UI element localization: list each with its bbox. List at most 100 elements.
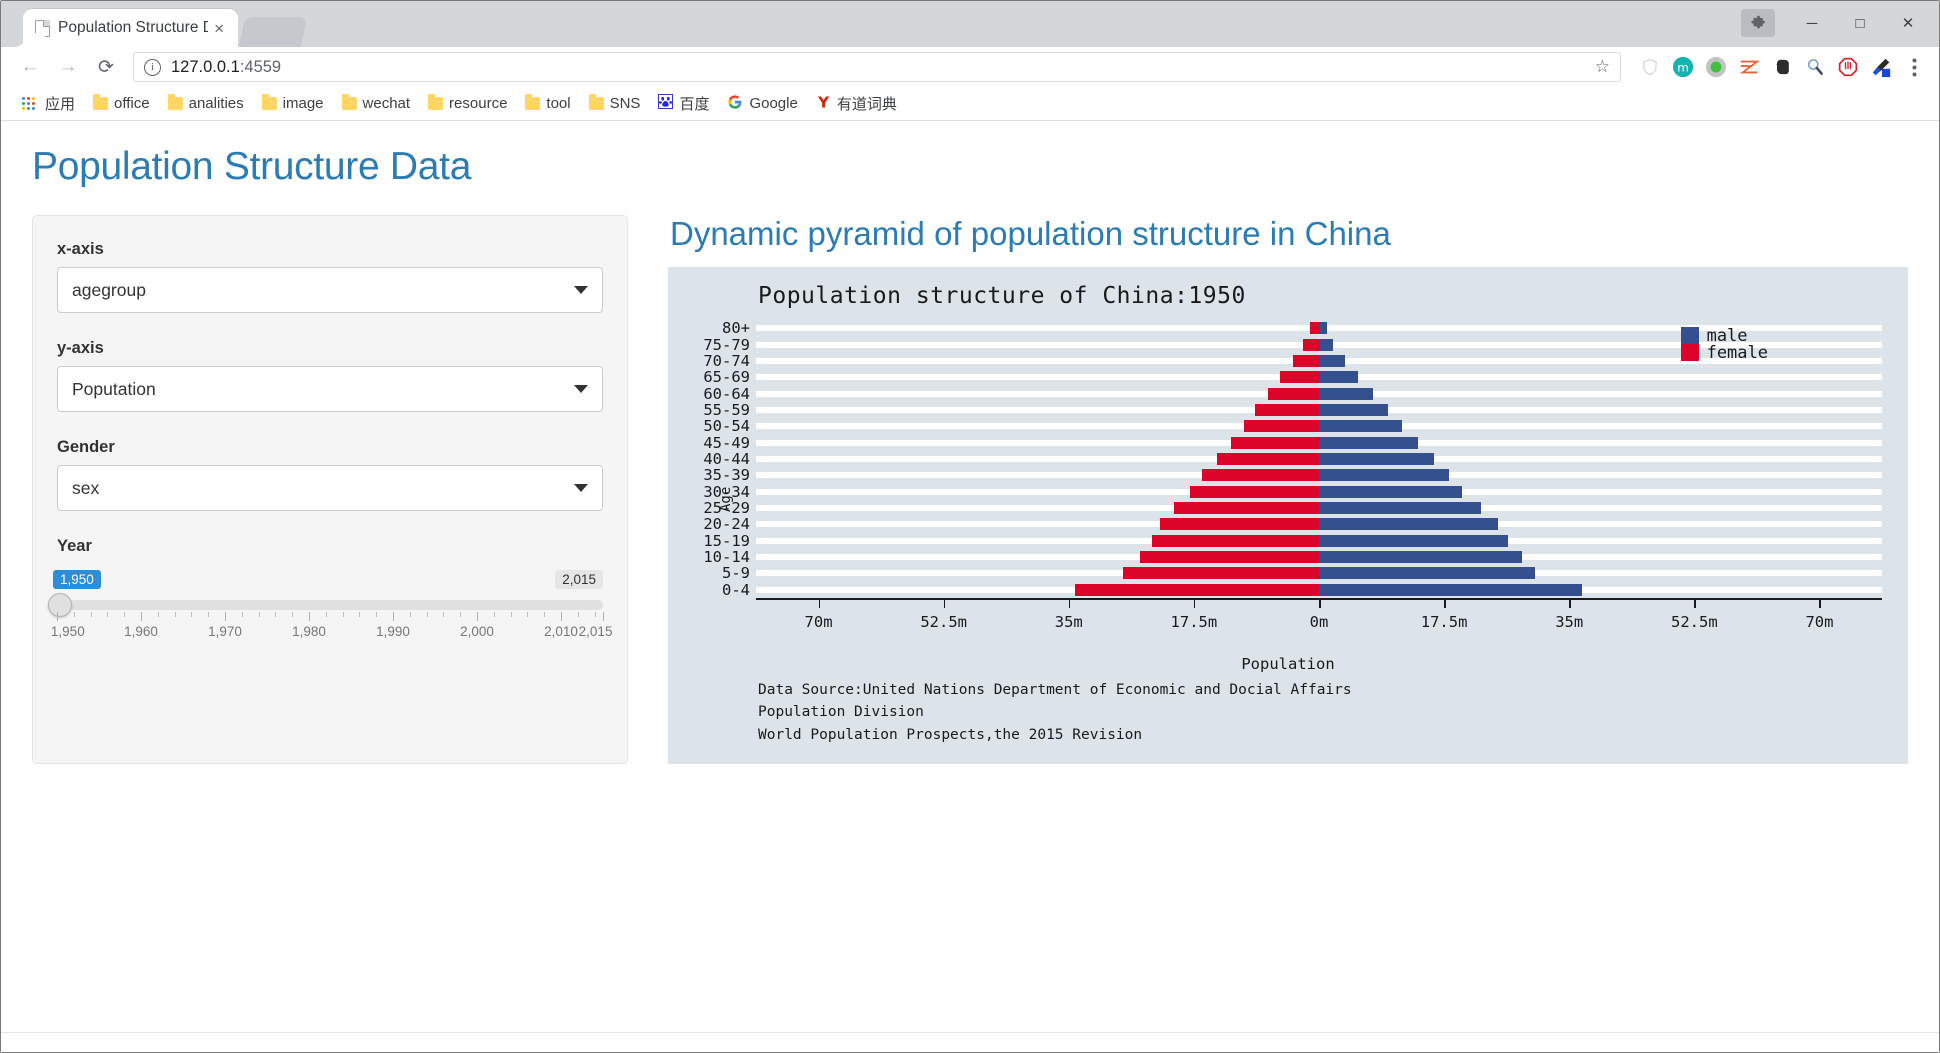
url-host: 127.0.0.1 <box>171 57 240 76</box>
svg-text:Y: Y <box>817 94 830 110</box>
bookmark-label: office <box>114 95 150 112</box>
bar-female <box>1280 371 1319 384</box>
x-tick-label: 35m <box>1054 613 1083 631</box>
shield-icon[interactable] <box>1637 54 1663 80</box>
bookmark-label: SNS <box>609 95 641 112</box>
browser-tab[interactable]: Population Structure D × <box>23 9 238 47</box>
puzzle-icon[interactable] <box>1741 9 1775 37</box>
x-axis-ticks: 70m 52.5m 35m 17.5m 0m 17.5m 35m 52.5m 70m <box>756 600 1882 640</box>
chevron-down-icon <box>574 286 588 294</box>
close-icon[interactable]: × <box>208 20 230 37</box>
source-line: Data Source:United Nations Department of… <box>758 682 1352 698</box>
x-axis-title: Population <box>1241 655 1335 673</box>
x-tick-label: 70m <box>804 613 833 631</box>
bar-female <box>1123 567 1319 580</box>
bar-male <box>1319 567 1535 580</box>
bookmark-office[interactable]: office <box>86 92 157 115</box>
bookmark-label: analities <box>188 95 244 112</box>
bar-male <box>1319 453 1435 465</box>
bar-female <box>1202 469 1319 482</box>
x-tick-label: 52.5m <box>920 613 967 631</box>
legend-swatch-male <box>1680 327 1699 344</box>
gender-select[interactable]: sex <box>57 465 603 511</box>
bar-female <box>1173 502 1319 515</box>
google-icon <box>727 94 743 114</box>
bookmark-analities[interactable]: analities <box>161 92 251 115</box>
site-info-icon[interactable]: i <box>144 58 161 76</box>
tab-title: Population Structure D <box>58 19 209 36</box>
minimize-button[interactable]: ─ <box>1789 7 1835 39</box>
bar-male <box>1319 387 1374 400</box>
bookmark-image[interactable]: image <box>255 92 331 115</box>
bookmark-apps[interactable]: 应用 <box>15 90 82 117</box>
maximize-button[interactable]: □ <box>1837 7 1883 39</box>
y-tick-label: 5-9 <box>722 564 750 583</box>
y-tick-label: 30-34 <box>703 482 750 501</box>
page-layout: x-axis agegroup y-axis Poputation Gender <box>2 189 1938 764</box>
window-close-button[interactable]: ✕ <box>1885 7 1931 39</box>
xaxis-control: x-axis agegroup <box>57 240 603 313</box>
bar-female <box>1189 485 1319 498</box>
year-slider-labels: 1,950 1,960 1,970 1,980 1,990 2,000 2,010 2,015 <box>51 624 613 644</box>
x-tick-mark <box>943 600 946 608</box>
bookmark-star-icon[interactable]: ☆ <box>1585 57 1610 77</box>
reload-icon[interactable]: ⟳ <box>89 50 123 84</box>
youdao-icon: Y <box>816 93 831 114</box>
bookmark-label: wechat <box>362 95 411 112</box>
green-dot-icon[interactable] <box>1703 54 1729 80</box>
bar-male <box>1319 420 1402 433</box>
eyedropper-icon[interactable] <box>1868 54 1894 80</box>
bookmarks-bar: 应用 office analities image wechat resourc… <box>1 87 1939 121</box>
bar-male <box>1319 502 1481 515</box>
year-slider[interactable]: 1,950 2,015 1,950 1,960 1,970 1,980 1,990 2,0… <box>48 564 613 644</box>
new-tab-button[interactable] <box>238 17 308 47</box>
bookmark-resource[interactable]: resource <box>421 92 514 115</box>
bookmark-label: Google <box>749 95 798 112</box>
x-tick-label: 35m <box>1555 613 1584 631</box>
source-line: Population Division <box>758 704 924 721</box>
horizontal-scrollbar[interactable] <box>1 1032 1939 1052</box>
x-tick-label: 17.5m <box>1420 613 1468 631</box>
zotero-icon[interactable] <box>1736 54 1762 80</box>
yaxis-select[interactable]: Poputation <box>57 366 603 412</box>
y-tick-label: 60-64 <box>703 384 750 403</box>
bookmark-tool[interactable]: tool <box>518 92 577 115</box>
extension-toolbar: m <box>1631 54 1927 80</box>
bookmark-sns[interactable]: SNS <box>582 92 648 115</box>
bar-female <box>1309 322 1319 335</box>
bar-male <box>1319 436 1418 449</box>
x-tick-mark <box>1569 600 1571 608</box>
back-icon[interactable]: ← <box>13 50 47 84</box>
xaxis-select[interactable]: agegroup <box>57 267 603 313</box>
bookmark-youdao[interactable]: Y 有道词典 <box>809 90 904 117</box>
mendeley-icon[interactable]: m <box>1670 54 1696 80</box>
bookmark-wechat[interactable]: wechat <box>335 92 418 115</box>
adblock-icon[interactable] <box>1835 54 1861 80</box>
bar-male <box>1319 518 1498 531</box>
evernote-icon[interactable] <box>1769 54 1795 80</box>
controls-panel: x-axis agegroup y-axis Poputation Gender <box>32 215 628 764</box>
bar-male <box>1319 371 1359 384</box>
folder-icon <box>428 94 444 110</box>
page-icon <box>35 19 50 37</box>
x-tick-mark <box>1193 600 1196 608</box>
page-content: Population Structure Data x-axis agegrou… <box>2 123 1938 1032</box>
gender-value: sex <box>72 477 100 498</box>
bookmark-baidu[interactable]: 百度 <box>651 90 716 117</box>
chart-heading: Dynamic pyramid of population structure … <box>670 215 1391 252</box>
search-ext-icon[interactable] <box>1802 54 1828 80</box>
year-to-bubble: 2,015 <box>555 570 603 589</box>
menu-icon[interactable] <box>1901 54 1927 80</box>
y-tick-label: 65-69 <box>703 368 750 387</box>
y-tick-label: 25-29 <box>703 499 750 518</box>
address-bar[interactable]: i 127.0.0.1:4559 ☆ <box>133 52 1621 82</box>
y-tick-label: 45-49 <box>703 433 750 452</box>
year-slider-track[interactable] <box>48 593 603 617</box>
year-tick-label: 2,010 <box>544 624 578 639</box>
y-tick-label: 55-59 <box>703 400 750 419</box>
xaxis-value: agegroup <box>72 279 146 300</box>
x-tick-label: 70m <box>1805 613 1834 631</box>
bookmark-google[interactable]: Google <box>720 91 804 117</box>
forward-icon[interactable]: → <box>51 50 85 84</box>
bookmark-label: resource <box>449 95 508 112</box>
